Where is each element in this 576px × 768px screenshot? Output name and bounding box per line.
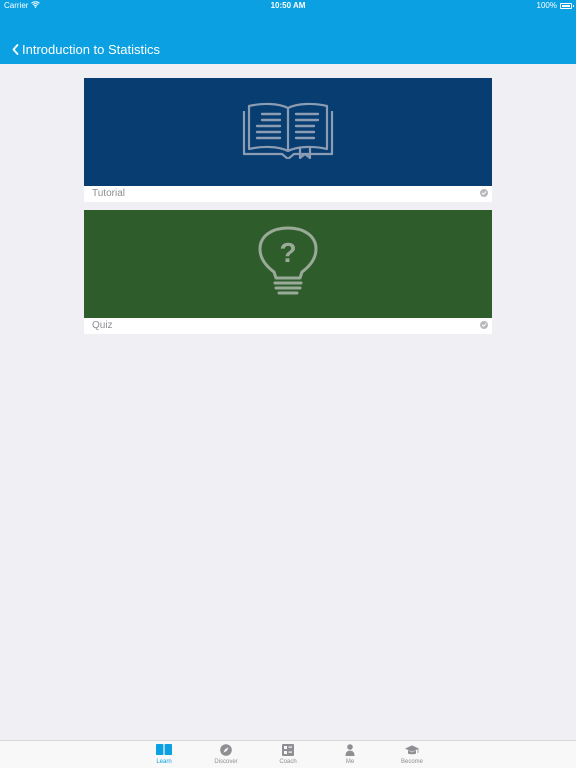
status-bar: Carrier 10:50 AM 100% [0, 0, 576, 14]
tutorial-card-image [84, 78, 492, 186]
tab-discover-label: Discover [214, 759, 238, 765]
quiz-card[interactable]: ? Quiz [84, 210, 492, 334]
tutorial-card[interactable]: Tutorial [84, 78, 492, 202]
coach-icon [280, 743, 296, 757]
tab-become[interactable]: Become [388, 743, 436, 767]
battery-icon [560, 3, 574, 9]
checkmark-icon [480, 189, 488, 197]
tab-become-label: Become [400, 759, 423, 765]
quiz-card-footer: Quiz [84, 318, 492, 334]
battery-percent: 100% [536, 1, 557, 10]
graduation-cap-icon [404, 743, 420, 757]
quiz-card-image: ? [84, 210, 492, 318]
nav-bar: Introduction to Statistics [0, 36, 576, 64]
checkmark-icon [480, 321, 488, 329]
person-icon [342, 743, 358, 757]
tab-discover[interactable]: Discover [202, 743, 250, 767]
quiz-label: Quiz [92, 320, 113, 331]
learn-icon [156, 743, 172, 757]
tab-coach-label: Coach [279, 759, 297, 765]
lesson-list: Tutorial ? Quiz [0, 64, 576, 740]
tutorial-card-footer: Tutorial [84, 186, 492, 202]
compass-icon [218, 743, 234, 757]
tab-bar: Learn Discover Coach Me Become [0, 740, 576, 768]
tab-me[interactable]: Me [326, 743, 374, 767]
status-battery: 100% [536, 0, 574, 12]
back-button[interactable] [8, 43, 22, 59]
svg-text:?: ? [279, 237, 296, 268]
tab-learn-label: Learn [156, 759, 172, 765]
chevron-left-icon [12, 42, 19, 60]
lightbulb-question-icon: ? [252, 226, 324, 303]
tab-me-label: Me [345, 759, 355, 765]
battery-level [562, 5, 570, 7]
tab-coach[interactable]: Coach [264, 743, 312, 767]
status-time: 10:50 AM [270, 1, 306, 10]
tutorial-label: Tutorial [92, 188, 125, 199]
app-header: Carrier 10:50 AM 100% Introduction to St… [0, 0, 576, 64]
open-book-icon [242, 101, 334, 164]
tab-learn[interactable]: Learn [140, 743, 188, 767]
page-title: Introduction to Statistics [22, 42, 161, 57]
